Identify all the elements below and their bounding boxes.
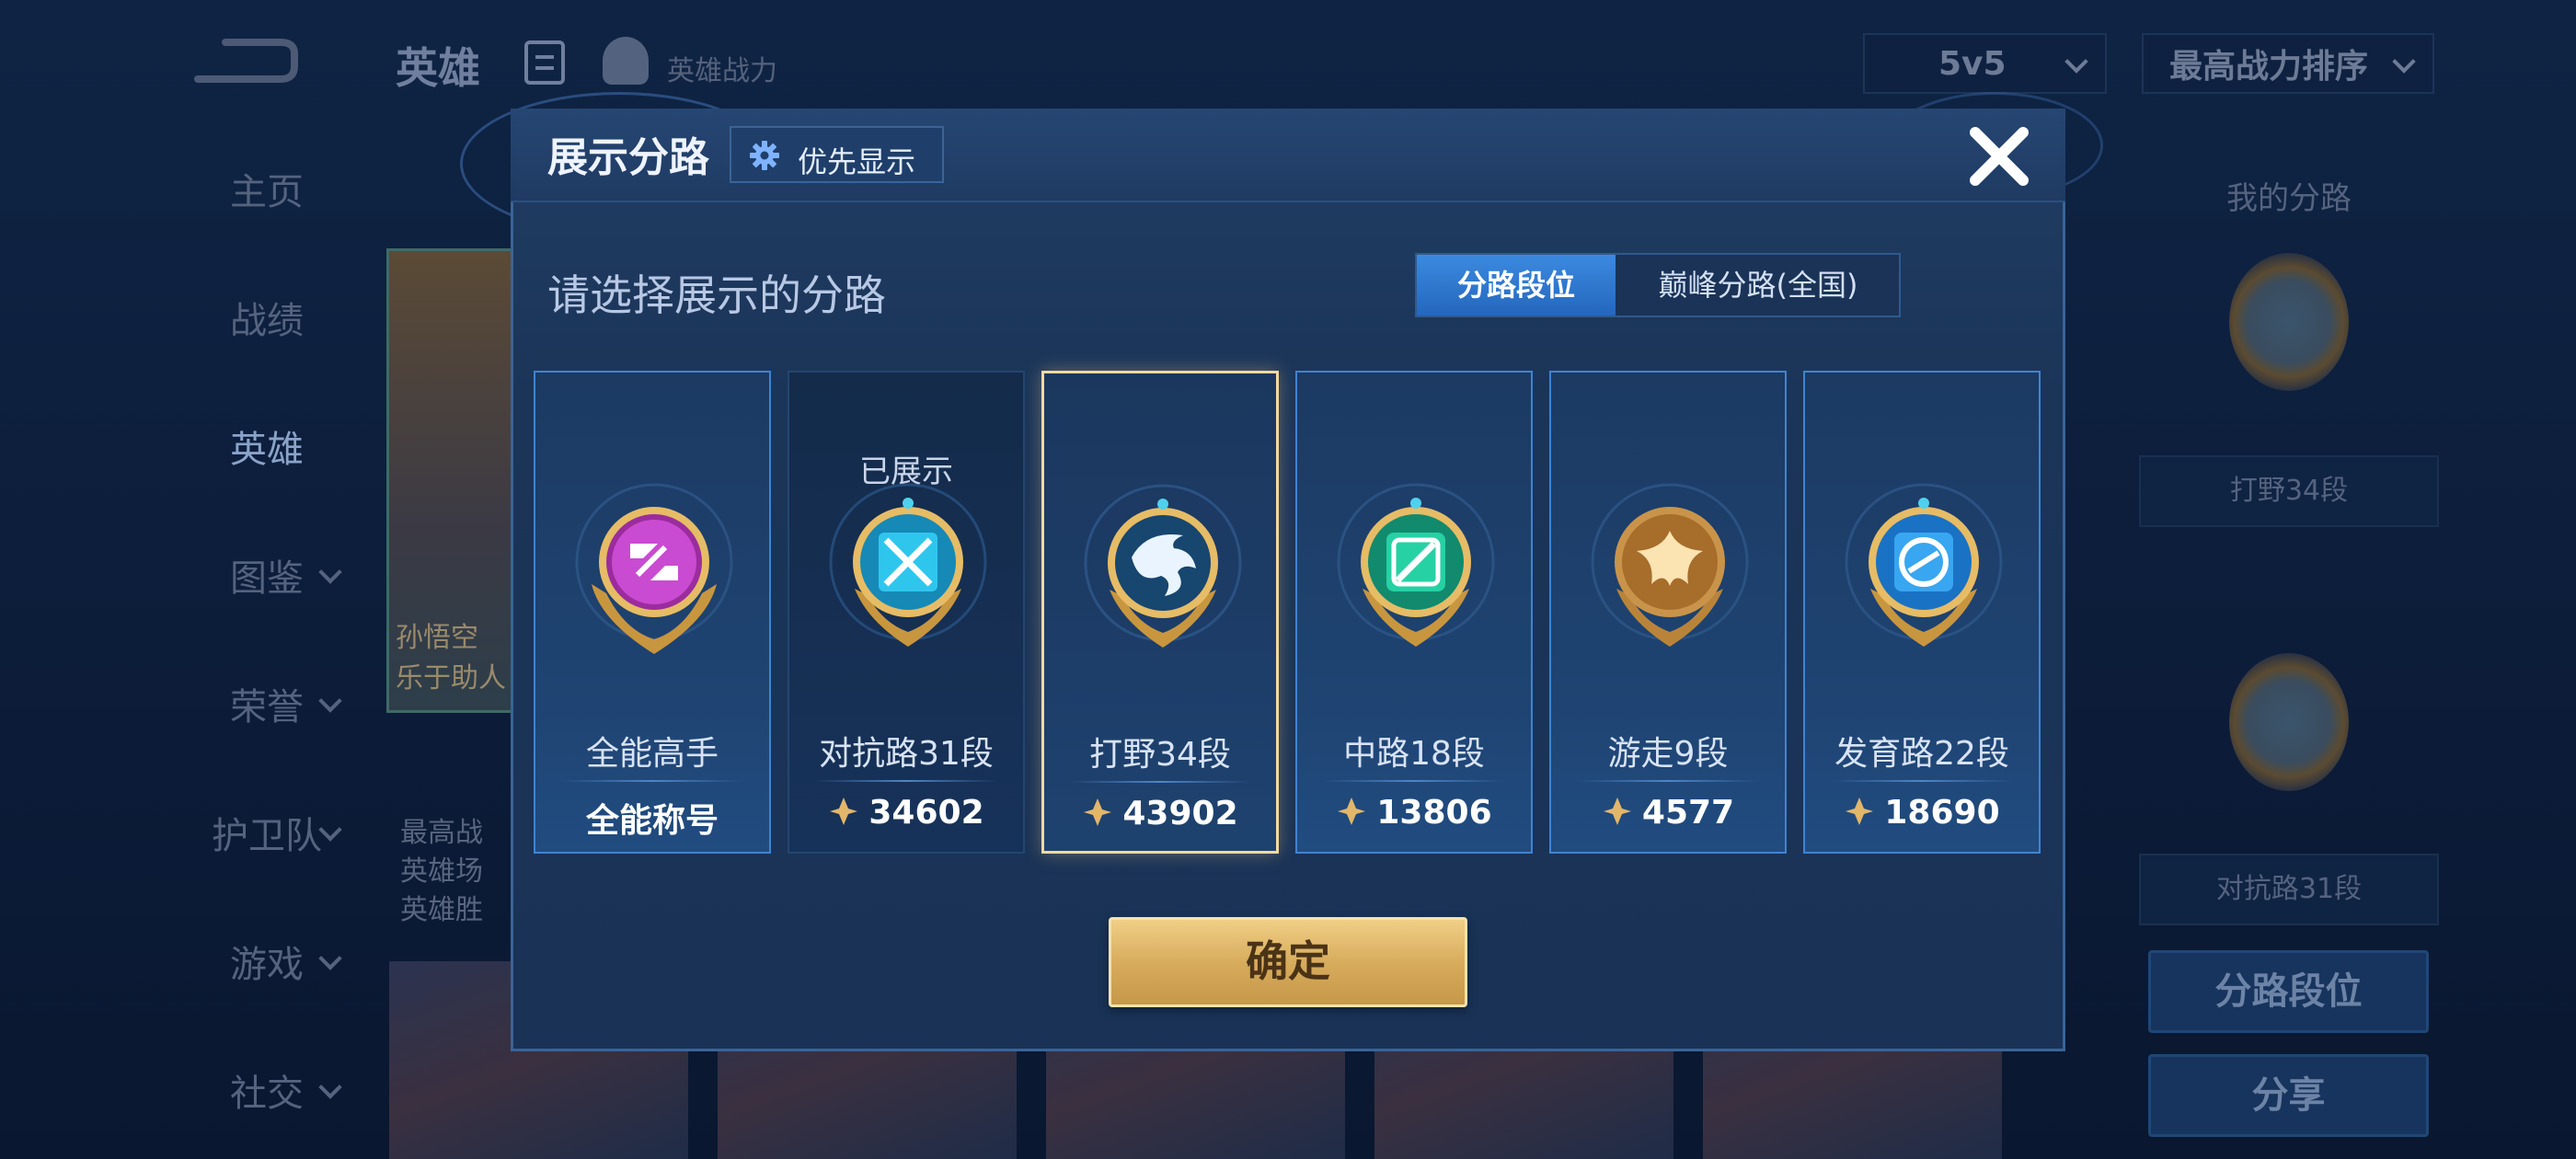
card-value-text: 43902 <box>1122 795 1238 832</box>
tab-peak-route[interactable]: 巅峰分路(全国) <box>1617 255 1899 316</box>
dialog-title: 展示分路 <box>547 134 709 181</box>
my-route-label: 打野34段 <box>2139 455 2439 527</box>
card-name: 全能高手 <box>585 735 719 773</box>
my-route-label: 对抗路31段 <box>2139 854 2439 925</box>
gear-icon <box>750 141 779 170</box>
sidebar-item-label: 英雄 <box>230 429 304 471</box>
hero-power-icon <box>603 37 649 85</box>
chevron-down-icon <box>318 689 342 713</box>
jungle-emblem-icon <box>1084 484 1242 648</box>
priority-display-button[interactable]: 优先显示 <box>730 126 944 183</box>
card-value: 43902 <box>1044 795 1276 832</box>
sort-dropdown-label: 最高战力排序 <box>2169 48 2369 86</box>
power-icon <box>1846 798 1874 825</box>
route-card-roam[interactable]: 游走9段 4577 <box>1549 371 1787 854</box>
hero-stat-line: 英雄胜 <box>400 894 483 926</box>
chevron-down-icon <box>318 947 342 970</box>
power-icon <box>1603 798 1631 825</box>
route-rank-button[interactable]: 分路段位 <box>2148 950 2429 1033</box>
card-divider <box>1577 780 1759 782</box>
power-icon <box>830 798 858 825</box>
chevron-down-icon <box>318 560 342 584</box>
share-button[interactable]: 分享 <box>2148 1054 2429 1137</box>
hero-stat-line: 英雄场 <box>400 855 483 888</box>
sidebar-item-label: 主页 <box>230 171 304 213</box>
sidebar-item-hero[interactable]: 英雄 <box>147 409 386 483</box>
page-title: 英雄 <box>396 43 480 93</box>
chevron-down-icon <box>2064 50 2088 74</box>
card-name: 对抗路31段 <box>819 735 994 773</box>
card-value: 全能称号 <box>535 794 769 842</box>
card-divider <box>561 780 743 782</box>
power-icon <box>1084 798 1112 826</box>
chevron-down-icon <box>2392 50 2416 74</box>
jungle-emblem-icon <box>2229 253 2349 391</box>
clash-lane-emblem-icon <box>2229 653 2349 791</box>
power-icon <box>1338 798 1366 825</box>
route-card-farm-lane[interactable]: 发育路22段 18690 <box>1803 371 2041 854</box>
my-route-title: 我的分路 <box>2226 180 2352 217</box>
sidebar-item-label: 社交 <box>230 1073 304 1115</box>
card-value-text: 全能称号 <box>585 802 719 840</box>
chevron-down-icon <box>318 818 342 842</box>
sort-dropdown[interactable]: 最高战力排序 <box>2142 33 2434 94</box>
select-route-prompt: 请选择展示的分路 <box>547 270 886 320</box>
hero-card-tag: 乐于助人 <box>396 662 506 694</box>
card-value: 18690 <box>1805 794 2039 832</box>
mid-lane-emblem-icon <box>1337 483 1495 647</box>
card-divider <box>1323 780 1505 782</box>
card-value-text: 13806 <box>1376 794 1492 832</box>
tab-route-rank[interactable]: 分路段位 <box>1417 255 1616 316</box>
sidebar-item-honor[interactable]: 荣誉 <box>147 667 386 740</box>
mode-dropdown-label: 5v5 <box>1938 44 2007 83</box>
card-value: 34602 <box>789 794 1023 832</box>
confirm-button[interactable]: 确定 <box>1109 917 1467 1007</box>
route-card-clash-lane[interactable]: 已展示 对抗路31段 34602 <box>788 371 1025 854</box>
sidebar-item-guard[interactable]: 护卫队 <box>147 796 386 869</box>
close-icon[interactable] <box>1962 120 2036 193</box>
list-icon[interactable] <box>524 40 565 85</box>
card-name: 中路18段 <box>1343 735 1485 773</box>
sidebar-item-record[interactable]: 战绩 <box>147 281 386 354</box>
card-value-text: 34602 <box>868 794 984 832</box>
farm-lane-emblem-icon <box>1845 483 2003 647</box>
card-divider <box>1070 781 1250 783</box>
all-round-emblem-icon <box>575 483 733 654</box>
mode-dropdown[interactable]: 5v5 <box>1863 33 2107 94</box>
hero-power-label[interactable]: 英雄战力 <box>667 48 777 88</box>
clash-lane-emblem-icon <box>829 483 987 647</box>
sidebar-item-label: 战绩 <box>230 300 304 342</box>
sidebar-item-game[interactable]: 游戏 <box>147 924 386 998</box>
card-value: 13806 <box>1297 794 1531 832</box>
sidebar-item-social[interactable]: 社交 <box>147 1053 386 1127</box>
route-card-mid-lane[interactable]: 中路18段 13806 <box>1295 371 1533 854</box>
route-card-all-round[interactable]: 全能高手 全能称号 <box>534 371 771 854</box>
sidebar-item-gallery[interactable]: 图鉴 <box>147 538 386 612</box>
roam-emblem-icon <box>1591 483 1749 647</box>
sidebar-item-label: 游戏 <box>230 944 304 986</box>
card-value: 4577 <box>1551 794 1785 832</box>
card-value-text: 4577 <box>1641 794 1735 832</box>
back-icon[interactable] <box>189 35 299 90</box>
card-value-text: 18690 <box>1884 794 2000 832</box>
card-name: 打野34段 <box>1089 736 1231 774</box>
sidebar-item-label: 图鉴 <box>230 557 304 600</box>
sidebar-item-home[interactable]: 主页 <box>147 152 386 225</box>
sidebar-item-label: 荣誉 <box>230 686 304 729</box>
priority-display-label: 优先显示 <box>798 144 916 179</box>
card-divider <box>815 780 997 782</box>
sidebar-item-label: 护卫队 <box>212 815 322 857</box>
route-tab-group: 分路段位 巅峰分路(全国) <box>1415 253 1901 317</box>
chevron-down-icon <box>318 1075 342 1099</box>
route-card-jungle[interactable]: 打野34段 43902 <box>1041 371 1279 854</box>
hero-stat-line: 最高战 <box>400 817 483 849</box>
card-name: 游走9段 <box>1607 735 1729 773</box>
card-name: 发育路22段 <box>1834 735 2009 773</box>
card-divider <box>1831 780 2013 782</box>
hero-card-name: 孙悟空 <box>396 622 478 654</box>
